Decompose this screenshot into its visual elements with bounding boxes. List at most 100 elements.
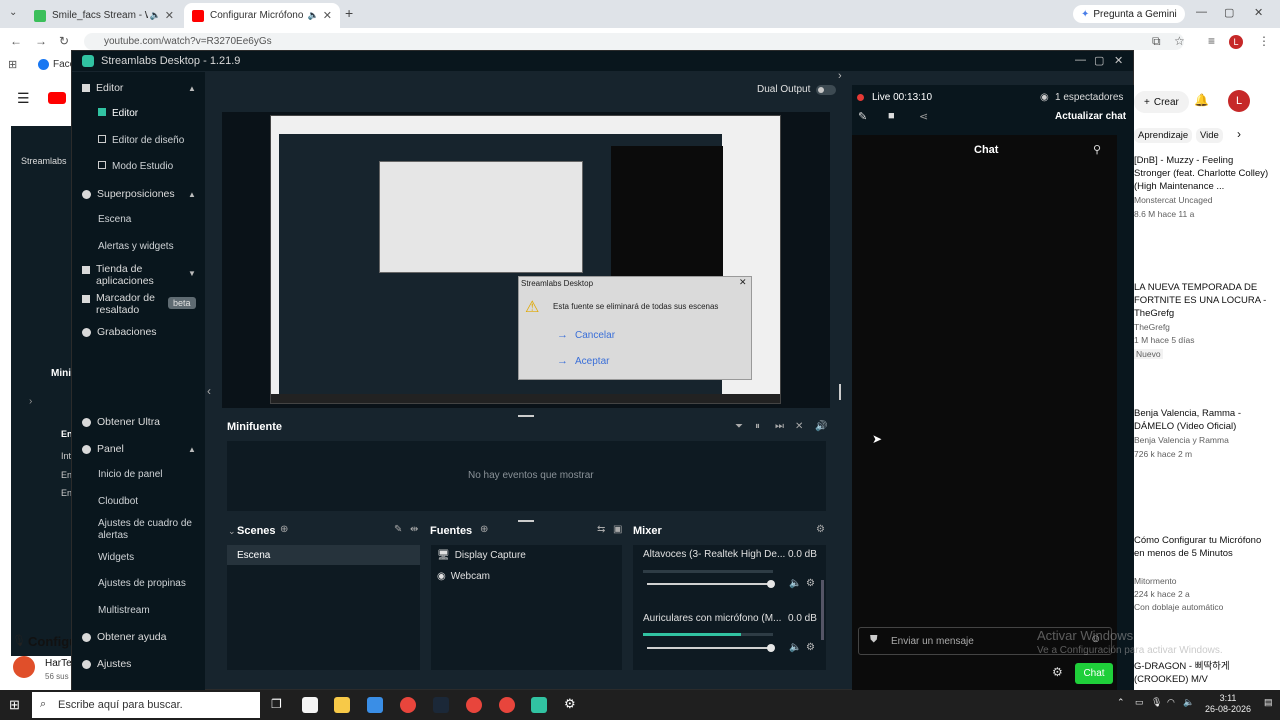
sidebar-item-settings[interactable]: Ajustes [82,658,131,670]
mixer-scrollbar[interactable] [821,580,824,640]
scene-item[interactable]: Escena [227,545,420,565]
sidebar-subitem-alert-box[interactable]: Ajustes de cuadro de alertas [98,518,193,542]
reload-icon[interactable]: ↻ [59,34,69,48]
audio-icon[interactable]: 🔈 [150,10,161,21]
hamburger-icon[interactable]: ☰ [17,90,30,107]
sidebar-subitem-cloudbot[interactable]: Cloudbot [98,496,138,507]
gemini-button[interactable]: ✦ Pregunta a Gemini [1073,5,1185,23]
speaker-icon[interactable]: 🔈 [789,642,801,653]
sidebar-item-ultra[interactable]: Obtener Ultra [82,416,160,428]
tab-search-icon[interactable]: ⌄ [9,7,17,18]
youtube-avatar[interactable]: L [1228,90,1250,112]
refresh-chat-button[interactable]: Actualizar chat [1055,111,1126,122]
apps-grid-icon[interactable]: ⊞ [8,58,17,71]
clock[interactable]: 3:11 26-08-2026 [1203,693,1253,715]
chrome-icon[interactable] [400,697,416,713]
sidebar-item-highlighter[interactable]: Marcador de resaltado [82,292,167,316]
address-bar[interactable]: youtube.com/watch?v=R3270Ee6yGs [84,33,1184,50]
settings-taskbar-icon[interactable]: ⚙ [564,696,576,712]
network-icon[interactable]: ▭ [1135,697,1144,708]
store-icon[interactable] [367,697,383,713]
back-icon[interactable]: ← [10,34,22,48]
sidebar-item-editor[interactable]: Editor [82,82,123,94]
maximize-button[interactable]: ▢ [1094,54,1104,67]
sidebar-subitem-widgets[interactable]: Widgets [98,552,134,563]
install-icon[interactable]: ⧉ [1152,34,1161,49]
camera-icon[interactable]: ■ [888,110,895,122]
close-window-button[interactable]: ✕ [1254,6,1263,19]
tray-chevron-icon[interactable]: ⌃ [1117,697,1125,708]
add-scene-icon[interactable]: ⊕ [280,524,288,535]
close-tab-icon[interactable]: ✕ [165,9,174,22]
chevron-up-icon[interactable]: ▲ [188,84,196,93]
volume-icon[interactable]: 🔊 [815,421,827,432]
task-view-icon[interactable]: ❐ [271,697,282,711]
share-icon[interactable]: ⋖ [919,110,928,123]
youtube-logo[interactable] [48,92,66,104]
filter-icon[interactable]: ⏷ [735,421,743,432]
tab-smile-facs-stream[interactable]: Smile_facs Stream - Watch 🔈 ✕ [26,3,182,28]
minimize-window-button[interactable]: — [1196,6,1207,18]
bookmark-star-icon[interactable]: ☆ [1174,34,1185,48]
create-button[interactable]: + Crear [1134,91,1189,113]
minimize-button[interactable]: — [1075,54,1086,66]
group-icon[interactable]: ⇆ [597,524,605,535]
recommendation-title[interactable]: Benja Valencia, Ramma - DÁMELO (Video Of… [1134,407,1270,433]
chevron-up-icon[interactable]: ▲ [188,445,196,454]
file-icon[interactable] [302,697,318,713]
sidebar-subitem-scene[interactable]: Escena [98,214,131,225]
extensions-icon[interactable]: ≡ [1208,34,1215,48]
sidebar-item-app-store[interactable]: Tienda de aplicaciones [82,263,172,287]
sidebar-item-recordings[interactable]: Grabaciones [82,326,157,338]
chrome-profile-icon[interactable] [466,697,482,713]
file-explorer-icon[interactable] [334,697,350,713]
audio-icon[interactable]: 🔈 [308,10,319,21]
maximize-window-button[interactable]: ▢ [1224,6,1234,19]
close-button[interactable]: ✕ [1114,54,1123,67]
slider-knob[interactable] [767,580,775,588]
steam-icon[interactable] [433,697,449,713]
sidebar-subitem-multistream[interactable]: Multistream [98,605,150,616]
sidebar-item-help[interactable]: Obtener ayuda [82,631,166,643]
streamlabs-taskbar-icon[interactable] [531,697,547,713]
channel-gear-icon[interactable]: ⚙ [806,578,815,589]
volume-slider[interactable] [647,580,775,588]
add-source-icon[interactable]: ⊕ [480,524,488,535]
edit-icon[interactable]: ✎ [858,110,867,123]
chip-aprendizaje[interactable]: Aprendizaje [1134,128,1193,143]
sidebar-item-overlays[interactable]: Superposiciones [82,188,175,200]
close-tab-icon[interactable]: ✕ [323,9,332,22]
chat-send-button[interactable]: Chat [1075,663,1113,684]
notifications-icon[interactable]: 🔔 [1194,93,1209,107]
collapse-sidebar-icon[interactable]: ‹ [207,384,211,398]
mixer-settings-icon[interactable]: ⚙ [816,524,825,535]
transitions-icon[interactable]: ✎ [394,524,402,535]
sidebar-subitem-editor[interactable]: Editor [98,108,138,119]
slider-knob[interactable] [767,644,775,652]
tab-configurar-microfono[interactable]: Configurar Micrófono en 🔈 ✕ [184,3,340,28]
scene-collapse-icon[interactable]: ⇹ [410,524,418,535]
recommendation-title[interactable]: LA NUEVA TEMPORADA DE FORTNITE ES UNA LO… [1134,281,1270,320]
chevron-up-icon[interactable]: ▲ [188,190,196,199]
embedded-video-thumbnail[interactable]: Streamlabs Mini › En Int En En [11,126,73,656]
sidebar-subitem-alerts-widgets[interactable]: Alertas y widgets [98,241,174,252]
channel-name-partial[interactable]: HarTe [45,658,72,669]
collapse-right-icon[interactable]: › [838,70,842,82]
folder-icon[interactable]: ▣ [613,524,622,535]
chip-video[interactable]: Vide [1196,128,1223,143]
pause-icon[interactable]: ⏸ [755,421,760,432]
sidebar-subitem-studio-mode[interactable]: Modo Estudio [98,161,173,172]
forward-icon[interactable]: → [35,34,47,48]
notifications-tray-icon[interactable]: ▤ [1264,697,1273,708]
microphone-icon[interactable]: 🎙 [1151,697,1162,708]
source-item[interactable]: ◉ Webcam [437,571,490,582]
volume-slider[interactable] [647,644,775,652]
speaker-tray-icon[interactable]: 🔈 [1183,697,1194,708]
windows-start-icon[interactable]: ⊞ [9,697,20,713]
resize-handle[interactable] [839,384,841,400]
chevron-down-icon[interactable]: ⌄ [228,526,236,537]
drag-handle[interactable] [518,415,534,417]
recommendation-title[interactable]: G-DRAGON - 삐딱하게 (CROOKED) M/V [1134,660,1270,686]
dual-output-toggle[interactable]: Dual Output [757,84,837,95]
sidebar-subitem-dashboard-home[interactable]: Inicio de panel [98,469,163,480]
